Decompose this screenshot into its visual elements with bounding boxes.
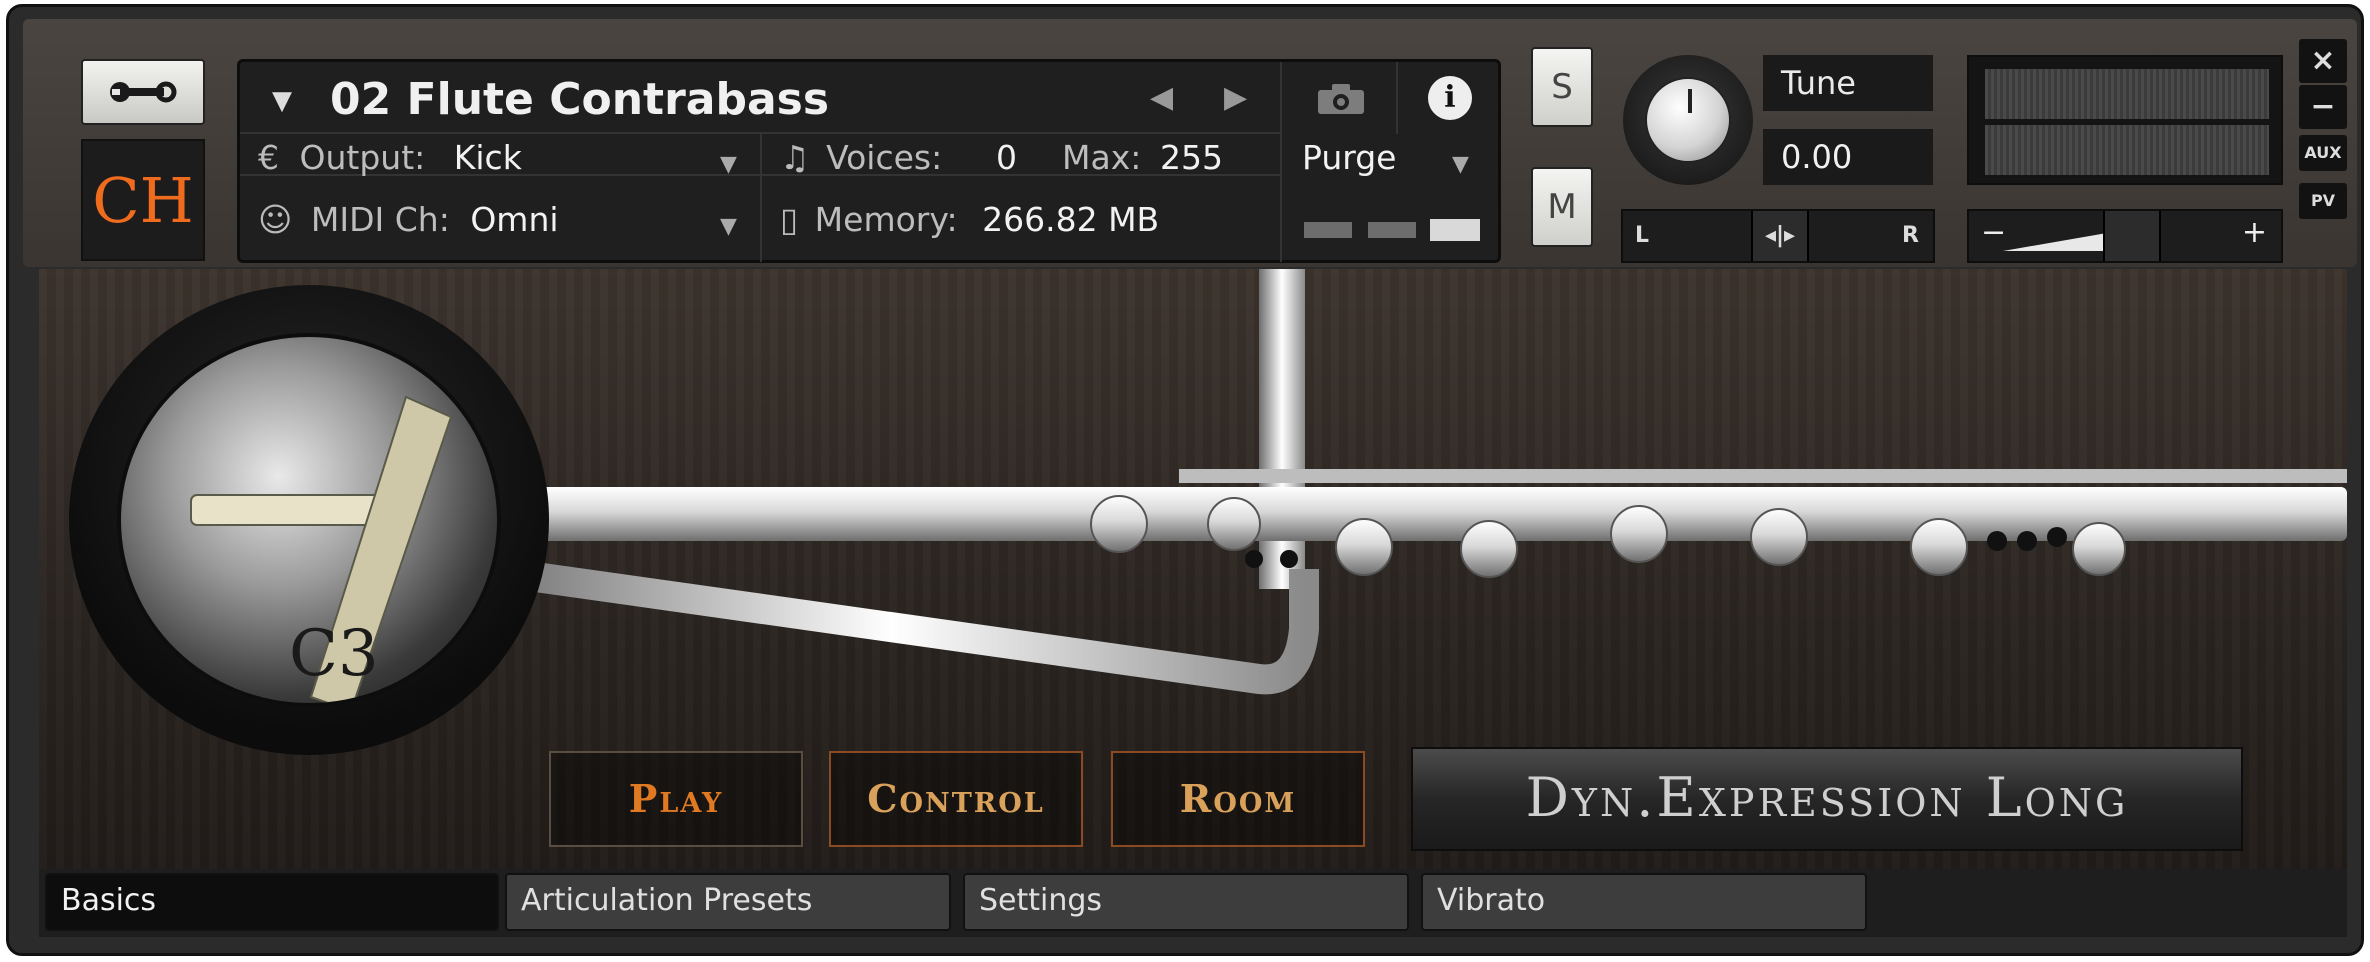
note-badge: C3 (69, 285, 549, 755)
note-label: C3 (289, 617, 379, 691)
mute-button[interactable]: M (1531, 167, 1593, 247)
ch-logo: CH (81, 139, 205, 261)
meter-right-channel (1985, 125, 2269, 175)
max-voices-value[interactable]: 255 (1160, 138, 1223, 177)
tune-knob[interactable] (1623, 55, 1753, 185)
instrument-header-panel: CH ▼ 02 Flute Contrabass ◀ ▶ i € Output:… (23, 19, 2357, 267)
instrument-header: ▼ 02 Flute Contrabass ◀ ▶ i € Output: Ki… (237, 59, 1501, 263)
snapshot-button[interactable] (1280, 62, 1398, 134)
articulation-display[interactable]: Dyn.Expression Long (1411, 747, 2243, 851)
aux-button[interactable]: AUX (2299, 135, 2347, 171)
voices-row: ♫ Voices: (780, 138, 942, 177)
voices-value: 0 (996, 138, 1017, 177)
pan-left-label: L (1635, 223, 1650, 248)
play-tab-button[interactable]: Play (549, 751, 803, 847)
voices-label: Voices: (826, 138, 943, 177)
next-instrument-icon[interactable]: ▶ (1224, 80, 1247, 115)
tune-knob-cap (1645, 77, 1731, 163)
memory-label: Memory: (814, 200, 958, 239)
wrench-icon (110, 81, 177, 103)
minimize-button[interactable]: − (2299, 85, 2347, 129)
output-label: Output: (299, 138, 426, 177)
divider (760, 134, 762, 262)
purge-meter-segment (1368, 222, 1416, 238)
meter-left-channel (1985, 69, 2269, 119)
purge-meter-segment (1430, 219, 1480, 241)
midi-row[interactable]: ☺ MIDI Ch: Omni (258, 200, 559, 239)
max-voices-label: Max: (1062, 138, 1142, 177)
pan-handle[interactable]: ◂|▸ (1751, 211, 1809, 261)
memory-value: 266.82 MB (982, 200, 1160, 239)
badge-image: C3 (117, 333, 501, 707)
bottom-tab-bar: Basics Articulation Presets Settings Vib… (39, 869, 2347, 937)
tune-label: Tune (1763, 55, 1933, 111)
title-row: ▼ 02 Flute Contrabass ◀ ▶ (240, 62, 1280, 134)
volume-handle[interactable] (2103, 211, 2161, 261)
voices-icon: ♫ (780, 138, 810, 177)
instrument-main-panel: C3 Play Control Room Dyn.Expression Long (39, 269, 2347, 869)
tab-articulation-presets[interactable]: Articulation Presets (505, 873, 951, 931)
tune-value[interactable]: 0.00 (1763, 129, 1933, 185)
contrabass-flute-image (404, 269, 2347, 695)
instrument-name[interactable]: 02 Flute Contrabass (330, 74, 829, 125)
pv-button[interactable]: PV (2299, 183, 2347, 219)
info-icon: i (1428, 76, 1472, 120)
output-dropdown-icon[interactable]: ▼ (720, 152, 737, 177)
volume-slider[interactable]: − + (1967, 209, 2283, 263)
wrench-button[interactable] (81, 59, 205, 125)
volume-plus-icon[interactable]: + (2242, 215, 2267, 250)
info-button[interactable]: i (1398, 62, 1498, 134)
output-icon: € (258, 138, 279, 177)
camera-icon (1318, 84, 1364, 114)
close-button[interactable]: × (2299, 39, 2347, 83)
tab-vibrato[interactable]: Vibrato (1421, 873, 1867, 931)
output-value[interactable]: Kick (454, 138, 522, 177)
previous-instrument-icon[interactable]: ◀ (1150, 80, 1173, 115)
divider (1280, 134, 1282, 262)
purge-label[interactable]: Purge (1302, 138, 1396, 177)
pan-right-label: R (1902, 223, 1919, 248)
purge-meter-segment (1304, 222, 1352, 238)
memory-row: ▯ Memory: 266.82 MB (780, 200, 1159, 239)
title-dropdown-icon[interactable]: ▼ (272, 86, 292, 116)
memory-icon: ▯ (780, 200, 799, 239)
purge-dropdown-icon[interactable]: ▼ (1452, 152, 1469, 177)
knob-indicator (1688, 89, 1692, 113)
tab-settings[interactable]: Settings (963, 873, 1409, 931)
room-tab-button[interactable]: Room (1111, 751, 1365, 847)
output-row[interactable]: € Output: Kick (258, 138, 522, 177)
midi-dropdown-icon[interactable]: ▼ (720, 214, 737, 239)
tab-basics[interactable]: Basics (45, 873, 499, 931)
output-level-meter (1967, 55, 2283, 185)
kontakt-instrument-frame: CH ▼ 02 Flute Contrabass ◀ ▶ i € Output:… (6, 4, 2364, 956)
control-tab-button[interactable]: Control (829, 751, 1083, 847)
pan-slider[interactable]: L ◂|▸ R (1621, 209, 1935, 263)
midi-icon: ☺ (258, 200, 293, 239)
solo-button[interactable]: S (1531, 47, 1593, 127)
midi-label: MIDI Ch: (310, 200, 450, 239)
midi-value[interactable]: Omni (470, 200, 558, 239)
